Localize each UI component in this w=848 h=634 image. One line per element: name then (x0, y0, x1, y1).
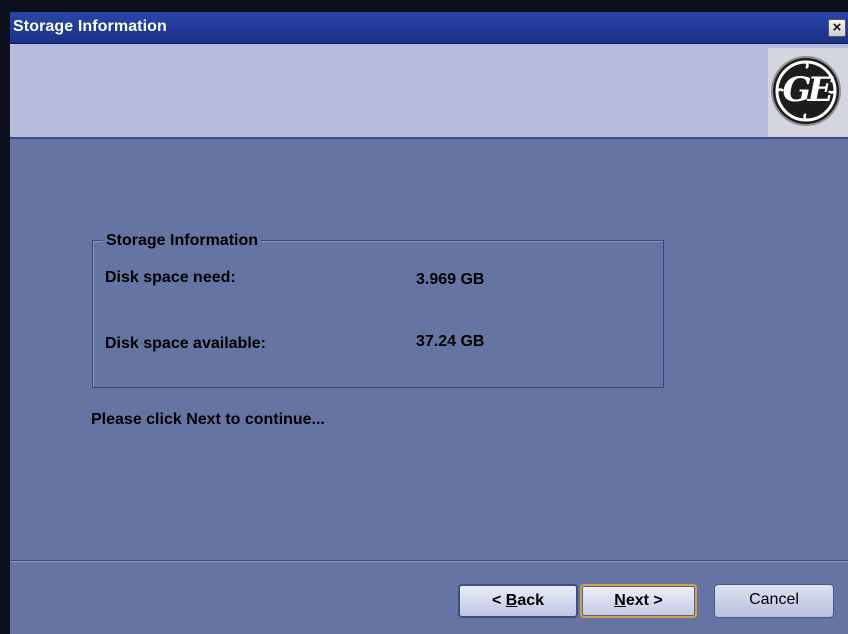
next-button-mnemonic: N (614, 592, 626, 609)
disk-space-available-value: 37.24 GB (416, 333, 485, 350)
ge-logo-lettering: GE (782, 70, 834, 110)
close-icon: × (832, 19, 842, 36)
close-button[interactable]: × (828, 19, 846, 37)
footer-separator (10, 560, 848, 562)
ge-logo-icon: GE (773, 58, 839, 124)
logo-tile: GE (768, 48, 848, 137)
disk-space-need-label: Disk space need: (105, 269, 236, 286)
title-bar[interactable]: Storage Information × (10, 12, 848, 44)
back-button-prefix: < (491, 592, 506, 609)
next-button[interactable]: Next > (580, 584, 697, 618)
back-button[interactable]: < Back (458, 584, 578, 618)
window-title: Storage Information (13, 18, 167, 35)
disk-space-need-value: 3.969 GB (416, 271, 485, 288)
back-button-rest: ack (517, 592, 545, 609)
disk-space-available-label: Disk space available: (105, 335, 266, 352)
cancel-button[interactable]: Cancel (714, 584, 834, 618)
storage-groupbox (92, 240, 664, 388)
groupbox-legend: Storage Information (103, 232, 262, 250)
next-button-rest: ext > (625, 592, 663, 609)
storage-information-dialog: Storage Information × GE Storage Informa… (10, 12, 848, 634)
back-button-mnemonic: B (505, 592, 518, 609)
header-band: GE (10, 44, 848, 139)
continue-prompt: Please click Next to continue... (91, 411, 325, 428)
